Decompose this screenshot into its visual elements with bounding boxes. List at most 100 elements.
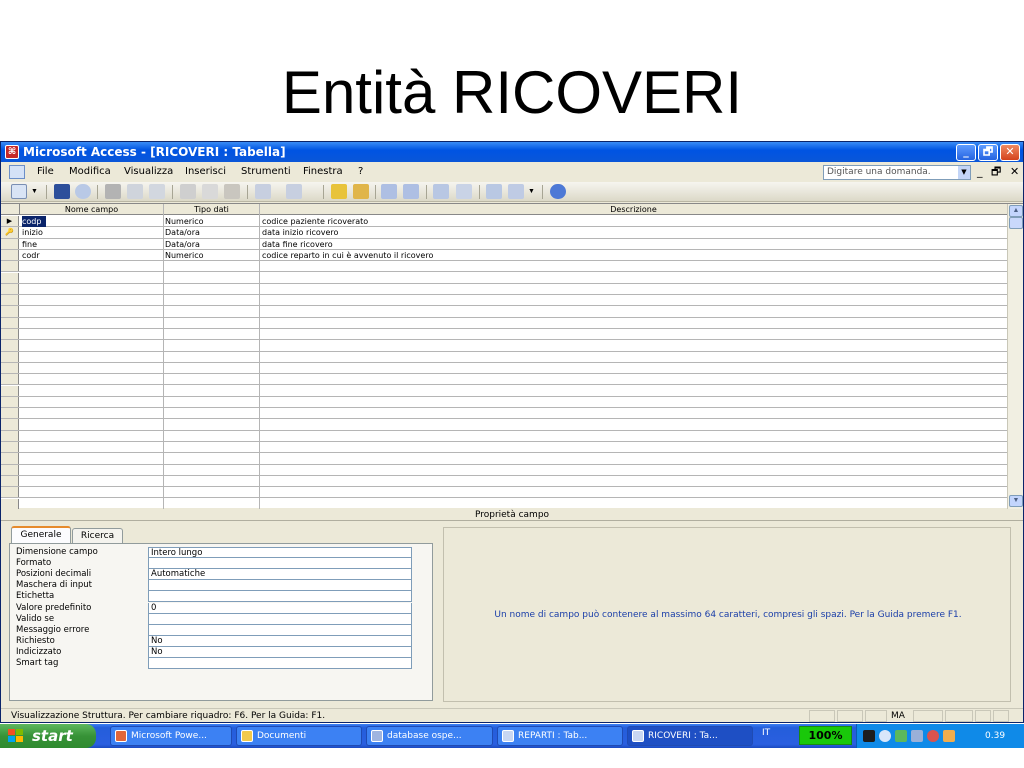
grid-vertical-scrollbar[interactable]: ▲ ▼ bbox=[1007, 204, 1023, 509]
taskbar-button[interactable]: REPARTI : Tab... bbox=[497, 726, 623, 746]
scroll-up-icon[interactable]: ▲ bbox=[1009, 205, 1023, 217]
empty-table-row[interactable] bbox=[1, 329, 1007, 341]
mdi-minimize-button[interactable]: _ bbox=[977, 162, 983, 182]
data-type-cell[interactable]: Numerico bbox=[165, 250, 257, 261]
data-type-cell[interactable]: Data/ora bbox=[165, 227, 257, 238]
table-row[interactable]: fine Data/ora data fine ricovero bbox=[1, 238, 1007, 250]
table-row[interactable]: 🔑 inizio Data/ora data inizio ricovero bbox=[1, 227, 1007, 239]
column-header-data-type[interactable]: Tipo dati bbox=[164, 204, 260, 215]
empty-table-row[interactable] bbox=[1, 374, 1007, 386]
row-selector[interactable] bbox=[1, 249, 19, 261]
tab-ricerca[interactable]: Ricerca bbox=[72, 528, 123, 544]
insert-rows-icon[interactable] bbox=[381, 184, 397, 199]
property-value-field[interactable]: 0 bbox=[148, 602, 412, 614]
property-value-field[interactable] bbox=[148, 658, 412, 669]
empty-table-row[interactable] bbox=[1, 340, 1007, 352]
empty-table-row[interactable] bbox=[1, 317, 1007, 329]
menu-inserisci[interactable]: Inserisci bbox=[185, 162, 226, 182]
field-name-cell[interactable]: inizio bbox=[22, 227, 162, 238]
table-row[interactable]: codr Numerico codice reparto in cui è avve… bbox=[1, 249, 1007, 262]
close-button[interactable]: ✕ bbox=[1000, 144, 1020, 161]
menu-visualizza[interactable]: Visualizza bbox=[124, 162, 173, 182]
minimize-button[interactable]: _ bbox=[956, 144, 976, 161]
undo-icon[interactable] bbox=[255, 184, 271, 199]
new-object-dropdown-icon[interactable]: ▼ bbox=[528, 184, 536, 199]
build-icon[interactable] bbox=[456, 184, 472, 199]
property-value-field[interactable] bbox=[148, 591, 412, 603]
delete-rows-icon[interactable] bbox=[403, 184, 419, 199]
mdi-restore-button[interactable]: 🗗 bbox=[991, 162, 1001, 182]
taskbar-button[interactable]: RICOVERI : Ta... bbox=[627, 726, 753, 746]
description-cell[interactable]: codice paziente ricoverato bbox=[262, 216, 1002, 227]
security-icon[interactable] bbox=[927, 730, 939, 742]
empty-table-row[interactable] bbox=[1, 430, 1007, 442]
scroll-down-icon[interactable]: ▼ bbox=[1009, 495, 1023, 507]
row-selector[interactable] bbox=[1, 453, 19, 464]
description-cell[interactable]: data inizio ricovero bbox=[262, 227, 1002, 238]
taskbar-button[interactable]: Microsoft Powe... bbox=[110, 726, 232, 746]
row-selector[interactable] bbox=[1, 261, 19, 272]
search-icon[interactable] bbox=[75, 184, 91, 199]
row-selector[interactable] bbox=[1, 340, 19, 351]
print-preview-icon[interactable] bbox=[127, 184, 143, 199]
primary-key-icon[interactable]: 🔑 bbox=[1, 227, 19, 238]
table-row[interactable]: ▶ codp Numerico codice paziente ricoverato bbox=[1, 216, 1007, 228]
row-selector[interactable] bbox=[1, 362, 19, 374]
row-selector[interactable] bbox=[1, 306, 19, 317]
antivirus-icon[interactable] bbox=[895, 730, 907, 742]
row-selector[interactable] bbox=[1, 272, 19, 283]
empty-table-row[interactable] bbox=[1, 408, 1007, 420]
empty-table-row[interactable] bbox=[1, 396, 1007, 409]
property-value-field[interactable] bbox=[148, 613, 412, 625]
empty-table-row[interactable] bbox=[1, 306, 1007, 318]
monitor-icon[interactable] bbox=[911, 730, 923, 742]
chevron-down-icon[interactable]: ▼ bbox=[958, 166, 970, 179]
tab-generale[interactable]: Generale bbox=[11, 526, 71, 544]
row-selector[interactable] bbox=[1, 396, 19, 408]
row-selector[interactable] bbox=[1, 351, 19, 362]
taskbar-button[interactable]: Documenti bbox=[236, 726, 362, 746]
row-selector[interactable] bbox=[1, 283, 19, 295]
menu-strumenti[interactable]: Strumenti bbox=[241, 162, 291, 182]
data-type-cell[interactable]: Data/ora bbox=[165, 239, 257, 250]
field-name-cell[interactable]: fine bbox=[22, 239, 162, 250]
empty-table-row[interactable] bbox=[1, 475, 1007, 488]
data-type-cell[interactable]: Numerico bbox=[165, 216, 257, 227]
property-value-field[interactable] bbox=[148, 580, 412, 592]
row-selector[interactable] bbox=[1, 419, 19, 430]
taskbar-button[interactable]: database ospe... bbox=[366, 726, 493, 746]
empty-table-row[interactable] bbox=[1, 295, 1007, 307]
database-window-icon[interactable] bbox=[486, 184, 502, 199]
empty-table-row[interactable] bbox=[1, 272, 1007, 284]
menu-file[interactable]: File bbox=[37, 162, 54, 182]
row-selector[interactable] bbox=[1, 329, 19, 340]
save-icon[interactable] bbox=[54, 184, 70, 199]
copy-icon[interactable] bbox=[202, 184, 218, 199]
empty-table-row[interactable] bbox=[1, 487, 1007, 499]
paste-icon[interactable] bbox=[224, 184, 240, 199]
primary-key-icon[interactable] bbox=[331, 184, 347, 199]
field-name-cell[interactable]: codr bbox=[22, 250, 162, 261]
property-value-field[interactable]: No bbox=[148, 646, 412, 658]
mdi-close-button[interactable]: ✕ bbox=[1010, 162, 1019, 182]
scroll-thumb[interactable] bbox=[1009, 217, 1023, 229]
row-selector[interactable] bbox=[1, 295, 19, 306]
property-value-field[interactable] bbox=[148, 558, 412, 570]
help-question-input[interactable]: Digitare una domanda. ▼ bbox=[823, 165, 971, 180]
print-icon[interactable] bbox=[105, 184, 121, 199]
redo-icon[interactable] bbox=[286, 184, 302, 199]
row-selector[interactable] bbox=[1, 498, 19, 509]
property-value-field[interactable]: No bbox=[148, 635, 412, 647]
cut-icon[interactable] bbox=[180, 184, 196, 199]
empty-table-row[interactable] bbox=[1, 261, 1007, 273]
new-object-icon[interactable] bbox=[508, 184, 524, 199]
view-dropdown-icon[interactable]: ▼ bbox=[31, 184, 39, 199]
indexes-icon[interactable] bbox=[353, 184, 369, 199]
menu-finestra[interactable]: Finestra bbox=[303, 162, 343, 182]
back-arrow-icon[interactable] bbox=[879, 730, 891, 742]
window-titlebar[interactable]: ⌘ Microsoft Access - [RICOVERI : Tabella… bbox=[1, 142, 1023, 162]
row-selector[interactable] bbox=[1, 408, 19, 419]
language-indicator[interactable]: IT bbox=[762, 728, 770, 738]
description-cell[interactable]: codice reparto in cui è avvenuto il rico… bbox=[262, 250, 1002, 261]
help-icon[interactable] bbox=[550, 184, 566, 199]
